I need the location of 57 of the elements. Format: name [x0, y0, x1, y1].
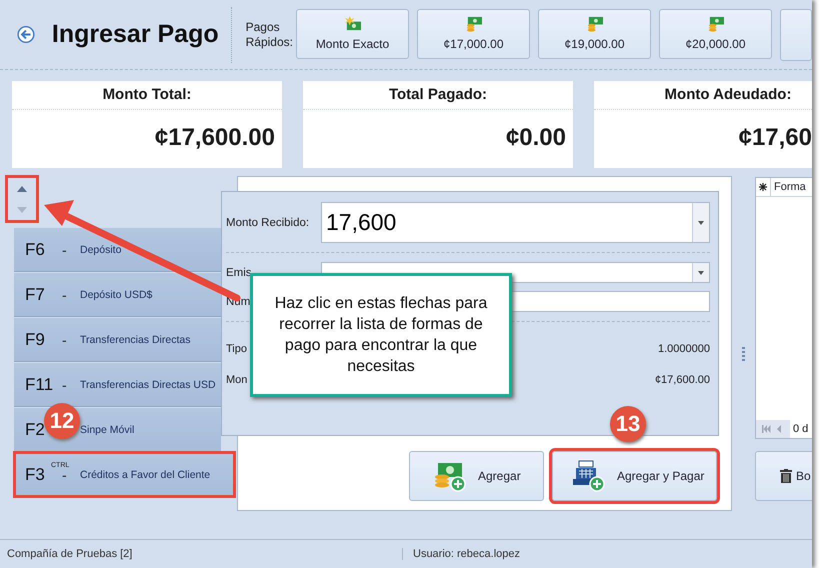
payment-method-name: Depósito	[80, 244, 122, 256]
card-title: Monto Total:	[12, 81, 282, 110]
payment-method-name: Depósito USD$	[80, 288, 152, 300]
payment-method-item[interactable]: F9 - Transferencias Directas	[14, 317, 221, 362]
payment-method-name: Créditos a Favor del Cliente	[80, 468, 210, 480]
money-coins-icon	[586, 16, 604, 32]
trash-icon	[780, 469, 792, 483]
card-title: Monto Adeudado:	[594, 81, 812, 110]
register-plus-icon	[571, 460, 605, 492]
quick-pay-button[interactable]: ¢20,000.00	[659, 8, 772, 58]
combo-field[interactable]: 17,600	[321, 202, 710, 243]
money-coins-icon	[464, 16, 482, 32]
separator-dash: -	[62, 376, 68, 392]
separator-dash: -	[62, 242, 68, 258]
info-label: Tipo	[226, 342, 247, 354]
payment-method-item[interactable]: F11 - Transferencias Directas USD	[14, 362, 221, 407]
payment-method-item[interactable]: F6 - Depósito	[14, 227, 221, 272]
scroll-up-icon[interactable]	[17, 186, 27, 192]
shortcut-key: F11	[25, 374, 57, 394]
money-star-icon	[344, 16, 362, 32]
delete-button[interactable]: Bo	[755, 451, 812, 501]
info-value: 1.0000000	[658, 342, 710, 354]
card-title: Total Pagado:	[303, 81, 573, 110]
shortcut-key: F9	[25, 330, 57, 350]
quick-pay-label: Pagos Rápidos:	[246, 20, 293, 50]
payment-method-name: Sinpe Móvil	[80, 424, 134, 436]
quick-pay-button[interactable]: ¢17,000.00	[417, 8, 530, 58]
add-button[interactable]: Agregar	[409, 451, 544, 501]
caret-icon[interactable]	[698, 220, 704, 224]
payment-method-name: Transferencias Directas	[80, 334, 190, 346]
shortcut-key: F7	[25, 284, 57, 304]
pager-text: 0 d	[792, 423, 808, 435]
quick-pay-button[interactable]: Monto Exacto	[296, 8, 409, 58]
shortcut-key: F6	[25, 240, 57, 260]
quick-pay-button[interactable]: ¢19,000.00	[538, 8, 651, 58]
info-label: Mon	[226, 374, 248, 386]
money-coins-icon	[706, 16, 724, 32]
separator-dash: -	[62, 466, 67, 482]
caret-icon[interactable]	[698, 270, 704, 274]
status-text: Compañía de Pruebas [2]	[0, 548, 403, 560]
separator-dash: -	[62, 332, 68, 348]
column-header[interactable]: Forma	[771, 181, 806, 193]
annotation-tooltip: Haz clic en estas flechas para recorrer la lista de formas de pago para encontrar la que necesitas	[250, 273, 512, 397]
splitter-grip-icon[interactable]	[742, 346, 745, 360]
page-title: Ingresar Pago	[52, 20, 219, 49]
payment-method-name: Transferencias Directas USD	[80, 378, 216, 390]
separator-dash: -	[62, 286, 68, 302]
amount-value: ¢17,600.00	[154, 123, 276, 152]
payment-method-item[interactable]: F7 - Depósito USD$	[14, 272, 221, 317]
info-value: ¢17,600.00	[654, 374, 710, 386]
money-plus-icon	[432, 460, 466, 492]
status-text: Usuario: rebeca.lopez	[412, 548, 520, 560]
field-label: Emis	[226, 266, 252, 278]
amount-value: ¢17,60	[738, 123, 812, 152]
amount-value: ¢0.00	[504, 123, 567, 152]
field-label: Monto Recibido:	[226, 216, 310, 228]
asterisk-icon	[759, 183, 767, 191]
